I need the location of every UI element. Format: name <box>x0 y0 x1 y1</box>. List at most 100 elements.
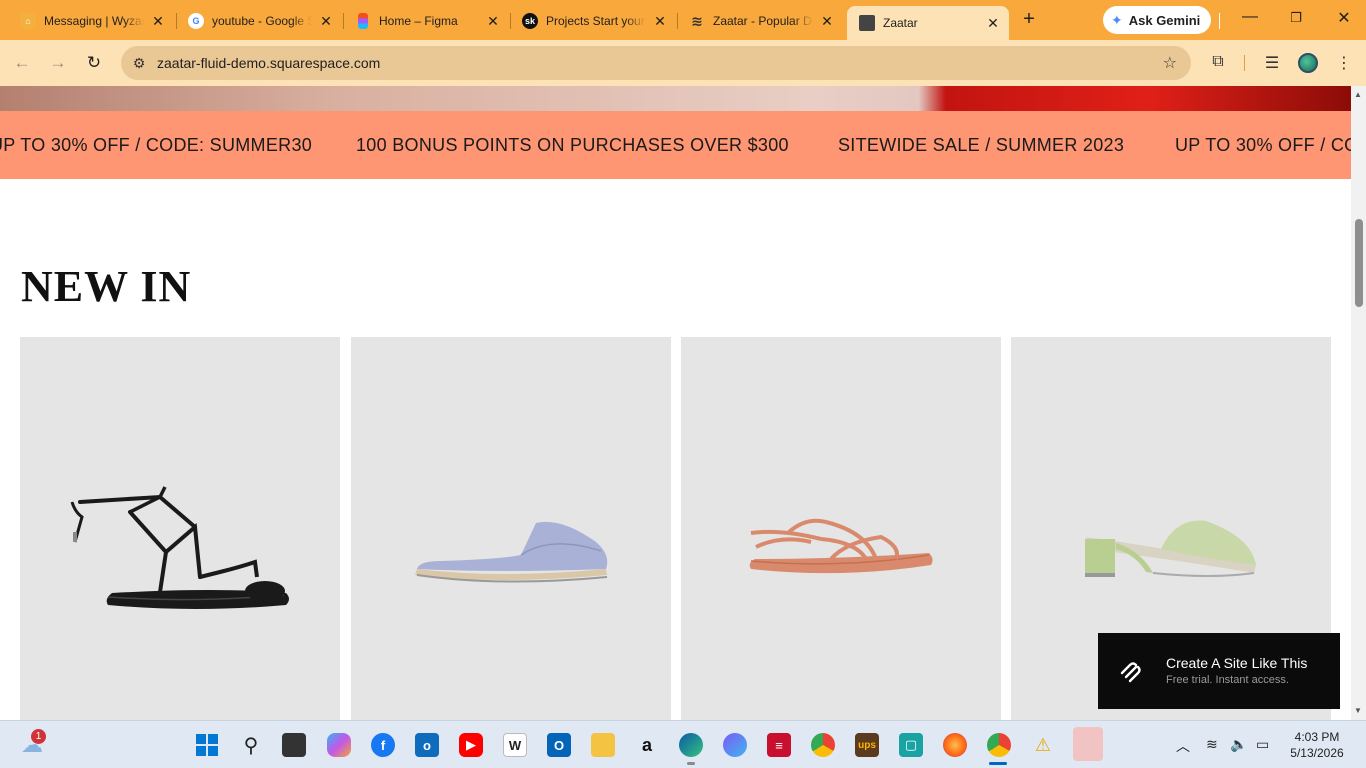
toolbar-separator <box>1244 55 1245 71</box>
marquee-item: UP TO 30% OFF / CODE: SUMMER30 <box>0 135 313 155</box>
chat-app-icon[interactable]: ▢ <box>899 733 923 757</box>
active-app-indicator <box>989 762 1007 765</box>
ask-gemini-button[interactable]: ✦ Ask Gemini <box>1103 6 1211 34</box>
marquee-item: 100 BONUS POINTS ON PURCHASES OVER $300 <box>356 135 789 155</box>
gemini-sparkle-icon: ✦ <box>1111 11 1123 28</box>
product-image-lavender-mule <box>415 521 608 583</box>
product-image-black-sandal <box>70 486 290 609</box>
promo-title: Create A Site Like This <box>1166 655 1308 671</box>
remote-desktop-icon[interactable] <box>1073 727 1103 761</box>
google-icon: G <box>188 13 204 29</box>
notification-badge: 1 <box>31 729 46 744</box>
running-indicator <box>687 762 695 765</box>
cube-icon <box>859 15 875 31</box>
scrollbar-thumb[interactable] <box>1355 219 1363 307</box>
tab-title: Projects Start your <box>546 14 645 28</box>
tab-title: youtube - Google Search <box>212 14 312 28</box>
cast-search-icon[interactable]: ⧉ <box>1207 53 1229 71</box>
close-icon[interactable]: ✕ <box>985 15 1001 32</box>
tab-title: Home – Figma <box>379 14 458 28</box>
tab-title: Zaatar - Popular Designs <box>713 14 813 28</box>
youtube-icon[interactable]: ▶ <box>459 733 483 757</box>
site-info-icon[interactable]: ⚙ <box>121 55 157 72</box>
profile-avatar[interactable] <box>1298 53 1318 73</box>
ups-icon[interactable]: ups <box>855 733 879 757</box>
scroll-up-icon[interactable]: ▲ <box>1354 90 1362 99</box>
marquee-item: UP TO 30% OFF / CODE: SUMMER30 <box>1175 135 1351 155</box>
window-close-icon[interactable]: ✕ <box>1332 8 1356 28</box>
chrome-profile-icon[interactable] <box>987 733 1011 757</box>
scroll-down-icon[interactable]: ▼ <box>1354 706 1362 715</box>
page-scrollbar[interactable]: ▲ ▼ <box>1351 86 1366 720</box>
gemini-label: Ask Gemini <box>1128 12 1201 28</box>
tab-projects-sk[interactable]: sk Projects Start your ✕ <box>510 6 676 36</box>
minimize-icon[interactable]: — <box>1238 8 1262 26</box>
section-title: NEW IN <box>21 262 192 311</box>
create-site-promo[interactable]: Create A Site Like This Free trial. Inst… <box>1098 633 1340 709</box>
close-icon[interactable]: ✕ <box>318 13 334 30</box>
product-card-tan-sandal[interactable] <box>681 337 1001 720</box>
battery-icon[interactable]: ▭ <box>1256 736 1269 753</box>
close-icon[interactable]: ✕ <box>485 13 501 30</box>
windows-start-icon[interactable] <box>195 733 219 757</box>
product-card-black-sandal[interactable] <box>20 337 340 720</box>
promo-subtitle: Free trial. Instant access. <box>1166 674 1289 686</box>
forward-button[interactable]: → <box>47 52 69 74</box>
tab-separator <box>1219 13 1220 29</box>
chrome-icon[interactable] <box>811 733 835 757</box>
tab-zaatar-active[interactable]: Zaatar ✕ <box>847 6 1009 40</box>
clock-time: 4:03 PM <box>1294 730 1340 744</box>
tab-title: Messaging | Wyzant <box>44 14 144 28</box>
wifi-icon[interactable]: ≋ <box>1206 736 1218 753</box>
close-icon[interactable]: ✕ <box>150 13 166 30</box>
tab-zaatar-popular[interactable]: ≋ Zaatar - Popular Designs ✕ <box>677 6 843 36</box>
product-image-tan-sandal <box>749 518 933 574</box>
squarespace-logo-icon <box>1120 662 1141 683</box>
close-icon[interactable]: ✕ <box>819 13 835 30</box>
copilot-icon[interactable] <box>327 733 351 757</box>
outlook-new-icon[interactable]: o <box>415 733 439 757</box>
tab-messaging-wyzant[interactable]: ⌂ Messaging | Wyzant ✕ <box>8 6 174 36</box>
media-queue-icon[interactable]: ☰ <box>1261 53 1283 73</box>
wyzant-icon: ⌂ <box>20 13 36 29</box>
outlook-icon[interactable]: O <box>547 733 571 757</box>
figma-icon <box>358 13 368 29</box>
restore-icon[interactable]: ❐ <box>1284 10 1308 26</box>
menu-kebab-icon[interactable]: ⋮ <box>1333 53 1355 73</box>
url-text: zaatar-fluid-demo.squarespace.com <box>157 55 381 71</box>
tray-overflow-chevron-icon[interactable]: ︿ <box>1176 736 1190 756</box>
announcement-marquee: UP TO 30% OFF / CODE: SUMMER30 100 BONUS… <box>0 111 1351 179</box>
new-tab-button[interactable]: + <box>1018 9 1040 31</box>
wikipedia-icon[interactable]: W <box>503 733 527 757</box>
tab-title: Zaatar <box>883 16 918 30</box>
bookmark-star-icon[interactable]: ☆ <box>1163 53 1177 73</box>
squarespace-icon: ≋ <box>691 12 703 29</box>
task-view-icon[interactable] <box>282 733 306 757</box>
hero-image-bottom <box>0 86 1351 111</box>
browser-tab-bar: ⌂ Messaging | Wyzant ✕ G youtube - Googl… <box>0 0 1366 40</box>
marquee-item: SITEWIDE SALE / SUMMER 2023 <box>838 135 1125 155</box>
facebook-icon[interactable]: f <box>371 733 395 757</box>
file-explorer-icon[interactable] <box>591 733 615 757</box>
windows-taskbar: ☁ 1 ⚲ f o ▶ W O a ≡ ups ▢ ⚠ ︿ ≋ 🔈 ▭ 4:03… <box>0 720 1366 768</box>
search-icon[interactable]: ⚲ <box>239 733 263 757</box>
address-bar[interactable]: ⚙ zaatar-fluid-demo.squarespace.com ☆ <box>121 46 1191 80</box>
volume-icon[interactable]: 🔈 <box>1230 736 1247 753</box>
close-icon[interactable]: ✕ <box>652 13 668 30</box>
clock-date: 5/13/2026 <box>1290 746 1344 760</box>
edge-icon[interactable] <box>679 733 703 757</box>
bank-of-america-icon[interactable]: ≡ <box>767 733 791 757</box>
product-card-lavender-mule[interactable] <box>351 337 671 720</box>
system-clock[interactable]: 4:03 PM 5/13/2026 <box>1282 729 1352 761</box>
sk-icon: sk <box>522 13 538 29</box>
reload-button[interactable]: ↻ <box>83 52 105 74</box>
back-button[interactable]: ← <box>11 52 33 74</box>
photos-app-icon[interactable] <box>723 733 747 757</box>
warning-icon[interactable]: ⚠ <box>1031 733 1055 757</box>
tab-youtube-google[interactable]: G youtube - Google Search ✕ <box>176 6 342 36</box>
browser-toolbar: ← → ↻ ⚙ zaatar-fluid-demo.squarespace.co… <box>0 40 1366 86</box>
amazon-icon[interactable]: a <box>635 733 659 757</box>
firefox-icon[interactable] <box>943 733 967 757</box>
tab-home-figma[interactable]: Home – Figma ✕ <box>343 6 509 36</box>
page-viewport: UP TO 30% OFF / CODE: SUMMER30 100 BONUS… <box>0 86 1351 720</box>
